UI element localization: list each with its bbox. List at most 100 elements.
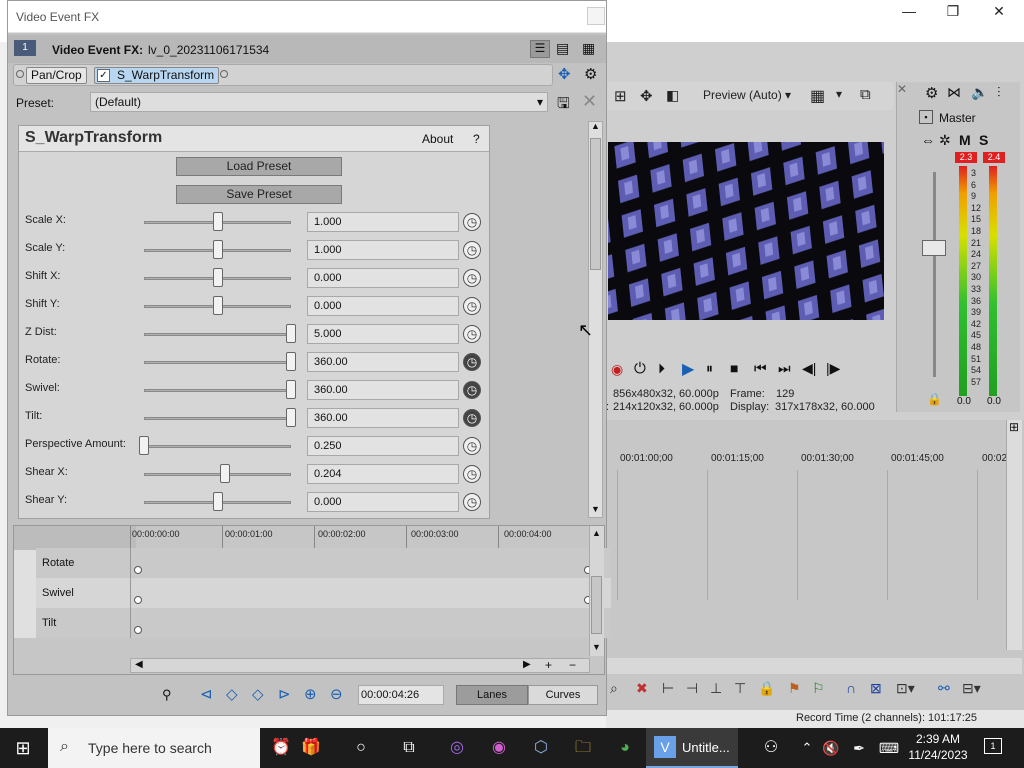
scroll-thumb[interactable] bbox=[591, 576, 602, 634]
close-button[interactable]: ✕ bbox=[976, 0, 1022, 24]
scroll-down-icon[interactable]: ▼ bbox=[591, 504, 600, 514]
close-mixer-icon[interactable]: ✕ bbox=[897, 82, 907, 96]
timecode-field[interactable]: 00:00:04:26 bbox=[358, 685, 444, 705]
param-value-field[interactable]: 0.204 bbox=[307, 464, 459, 484]
solo-button[interactable]: S bbox=[979, 132, 988, 148]
keyframe-marker[interactable] bbox=[134, 566, 142, 574]
animate-clock-icon[interactable]: ◷ bbox=[463, 493, 481, 511]
notification-center-icon[interactable]: 1 bbox=[984, 738, 1002, 754]
ripple-mode-icon[interactable]: ⊡▾ bbox=[896, 680, 915, 697]
chain-move-icon[interactable]: ✥ bbox=[558, 65, 571, 83]
delete-icon[interactable]: ✖ bbox=[636, 680, 648, 697]
keyframe-lane[interactable]: Swivel bbox=[36, 578, 611, 608]
param-slider-thumb[interactable] bbox=[139, 436, 149, 455]
chain-item-pan-crop[interactable]: Pan/Crop bbox=[26, 67, 87, 84]
file-explorer-icon[interactable]: 🗀 bbox=[570, 736, 596, 760]
clock[interactable]: 2:39 AM 11/24/2023 bbox=[906, 732, 970, 766]
param-value-field[interactable]: 0.000 bbox=[307, 492, 459, 512]
animate-clock-icon[interactable]: ◷ bbox=[463, 325, 481, 343]
param-value-field[interactable]: 360.00 bbox=[307, 380, 459, 400]
fx-chain-icon[interactable]: ⇔ bbox=[921, 132, 935, 148]
param-slider-thumb[interactable] bbox=[212, 212, 223, 231]
peak-right[interactable]: 2.4 bbox=[983, 152, 1005, 163]
timeline-ruler[interactable]: 00:01:00;00 00:01:15;00 00:01:30;00 00:0… bbox=[606, 450, 1007, 468]
param-slider-track[interactable] bbox=[144, 361, 291, 364]
trim-start-icon[interactable]: ⊢ bbox=[662, 680, 674, 697]
copy-frame-icon[interactable]: ⧉ bbox=[860, 86, 871, 103]
dialog-title-bar[interactable]: Video Event FX bbox=[8, 1, 606, 33]
track-list-icon[interactable]: ⊞ bbox=[1004, 420, 1024, 438]
move-icon[interactable]: ✥ bbox=[640, 87, 653, 105]
param-slider-thumb[interactable] bbox=[286, 324, 296, 343]
last-keyframe-icon[interactable]: ⊳ bbox=[278, 685, 291, 703]
search-box[interactable]: ⌕ Type here to search bbox=[48, 728, 260, 768]
start-icon[interactable]: ⊞ bbox=[10, 736, 36, 760]
split-icon[interactable]: ⊥ bbox=[710, 680, 722, 697]
cube-app-icon[interactable]: ⬡ bbox=[528, 736, 554, 760]
animate-clock-icon[interactable]: ◷ bbox=[463, 269, 481, 287]
maximize-button[interactable]: ❐ bbox=[930, 0, 976, 24]
volume-muted-icon[interactable]: 🔇 bbox=[818, 736, 844, 760]
timeline-tracks[interactable] bbox=[606, 470, 1006, 600]
save-preset-button[interactable]: Save Preset bbox=[176, 185, 342, 204]
param-slider-thumb[interactable] bbox=[212, 296, 223, 315]
trim-end-icon[interactable]: ⊣ bbox=[686, 680, 698, 697]
app-icon-1[interactable]: ◎ bbox=[444, 736, 470, 760]
keyframe-marker[interactable] bbox=[134, 626, 142, 634]
play-from-start-icon[interactable]: ⏵ bbox=[658, 360, 665, 377]
chrome-icon[interactable]: ◕ bbox=[612, 736, 638, 760]
active-app-button[interactable]: V Untitle... bbox=[646, 728, 738, 768]
animate-clock-icon[interactable]: ◷ bbox=[463, 409, 481, 427]
stop-icon[interactable]: ■ bbox=[730, 360, 738, 376]
tab-lanes[interactable]: Lanes bbox=[456, 685, 528, 705]
mute-route-icon[interactable]: ⋈ bbox=[947, 84, 961, 101]
minimize-button[interactable]: — bbox=[886, 0, 932, 24]
grid-icon[interactable]: ▦ bbox=[810, 86, 825, 106]
scroll-down-icon[interactable]: ▼ bbox=[592, 642, 601, 652]
zoom-icon[interactable]: ⌕ bbox=[610, 680, 618, 697]
plugin-chooser-icon[interactable]: ⚙ bbox=[584, 65, 597, 83]
snap-icon[interactable]: ⊤ bbox=[734, 680, 746, 697]
record-icon[interactable]: ◉ bbox=[611, 361, 623, 378]
param-slider-thumb[interactable] bbox=[212, 240, 223, 259]
auto-ripple-icon[interactable]: ⊠ bbox=[870, 680, 882, 697]
first-keyframe-icon[interactable]: ⊲ bbox=[200, 685, 213, 703]
keyframe-marker[interactable] bbox=[134, 596, 142, 604]
param-slider-thumb[interactable] bbox=[219, 464, 230, 483]
chain-item-warp-transform[interactable]: ✓ S_WarpTransform bbox=[94, 67, 219, 84]
preview-quality-dropdown[interactable]: Preview (Auto) ▾ bbox=[703, 88, 791, 102]
view-list-icon[interactable]: ☰ bbox=[530, 40, 550, 58]
preset-dropdown[interactable]: (Default) ▾ bbox=[90, 92, 548, 112]
animate-clock-icon[interactable]: ◷ bbox=[463, 437, 481, 455]
view-grid-icon[interactable]: ▦ bbox=[582, 40, 595, 57]
magnet-icon[interactable]: ∩ bbox=[846, 680, 856, 696]
prev-frame-icon[interactable]: ◀| bbox=[802, 360, 816, 377]
param-slider-thumb[interactable] bbox=[286, 352, 296, 371]
master-fader[interactable] bbox=[922, 240, 946, 256]
zoom-in-icon[interactable]: + bbox=[545, 658, 552, 672]
animate-clock-icon[interactable]: ◷ bbox=[463, 353, 481, 371]
people-icon[interactable]: ⚇ bbox=[758, 736, 784, 760]
marker-icon[interactable]: ⚑ bbox=[788, 680, 801, 697]
param-slider-track[interactable] bbox=[144, 445, 291, 448]
alarm-app-icon[interactable]: ⏰ bbox=[268, 736, 294, 760]
tab-curves[interactable]: Curves bbox=[528, 685, 598, 705]
help-button[interactable]: ? bbox=[473, 132, 480, 146]
timeline-hscroll[interactable] bbox=[606, 658, 1022, 674]
param-value-field[interactable]: 1.000 bbox=[307, 212, 459, 232]
load-preset-button[interactable]: Load Preset bbox=[176, 157, 342, 176]
play-icon[interactable]: ▶ bbox=[682, 359, 694, 379]
scroll-right-icon[interactable]: ▶ bbox=[523, 659, 531, 670]
loop-icon[interactable]: ⏻ bbox=[634, 360, 646, 377]
keyframe-vscroll[interactable]: ▲ ▼ bbox=[589, 526, 604, 656]
selection-icon[interactable]: ⊟▾ bbox=[962, 680, 981, 697]
gift-app-icon[interactable]: 🎁 bbox=[298, 736, 324, 760]
peak-left[interactable]: 2.3 bbox=[955, 152, 977, 163]
app-icon-2[interactable]: ◉ bbox=[486, 736, 512, 760]
param-value-field[interactable]: 5.000 bbox=[307, 324, 459, 344]
sync-cursor-icon[interactable]: ⚲ bbox=[162, 687, 172, 703]
param-slider-track[interactable] bbox=[144, 417, 291, 420]
param-value-field[interactable]: 0.000 bbox=[307, 296, 459, 316]
param-value-field[interactable]: 0.250 bbox=[307, 436, 459, 456]
param-value-field[interactable]: 0.000 bbox=[307, 268, 459, 288]
